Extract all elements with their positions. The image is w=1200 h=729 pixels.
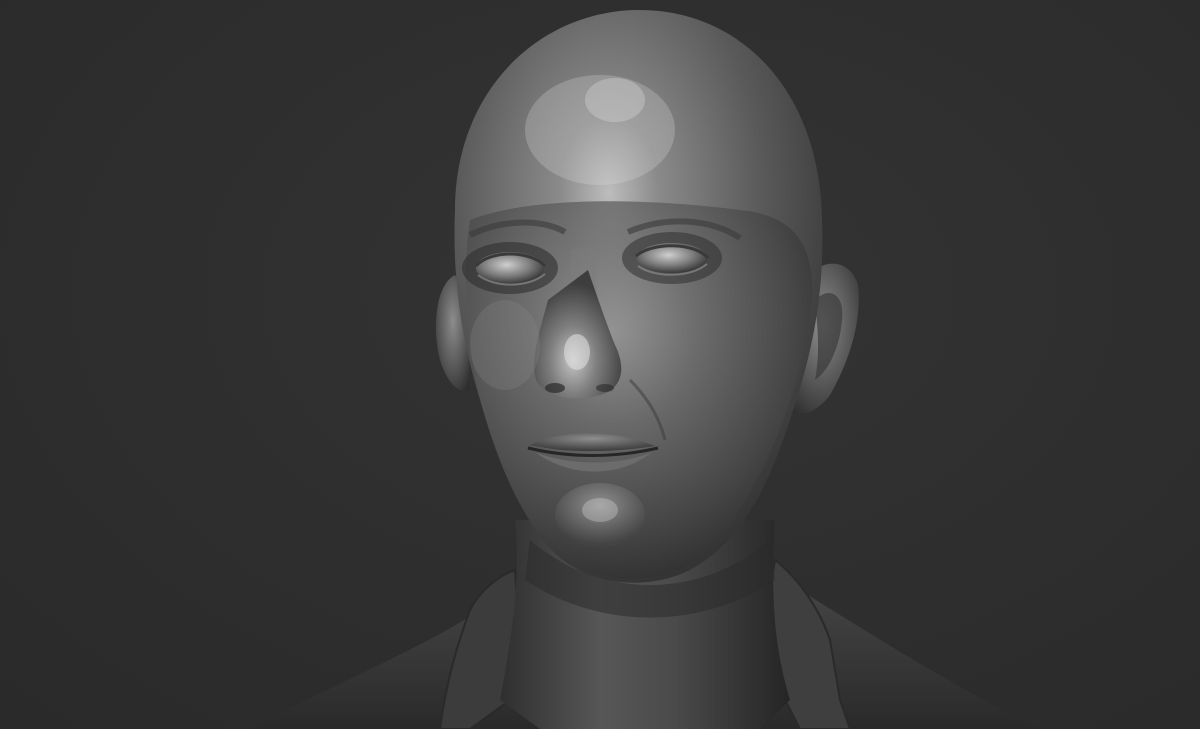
sculpt-render <box>250 10 1040 729</box>
chin-highlight <box>582 498 618 522</box>
nose-tip-highlight <box>564 334 590 370</box>
cheek-left <box>470 300 540 390</box>
eye-right <box>637 243 707 273</box>
nostril-right <box>596 384 614 392</box>
nostril-left <box>545 383 565 393</box>
forehead-specular <box>585 78 645 122</box>
render-viewport <box>0 0 1200 729</box>
